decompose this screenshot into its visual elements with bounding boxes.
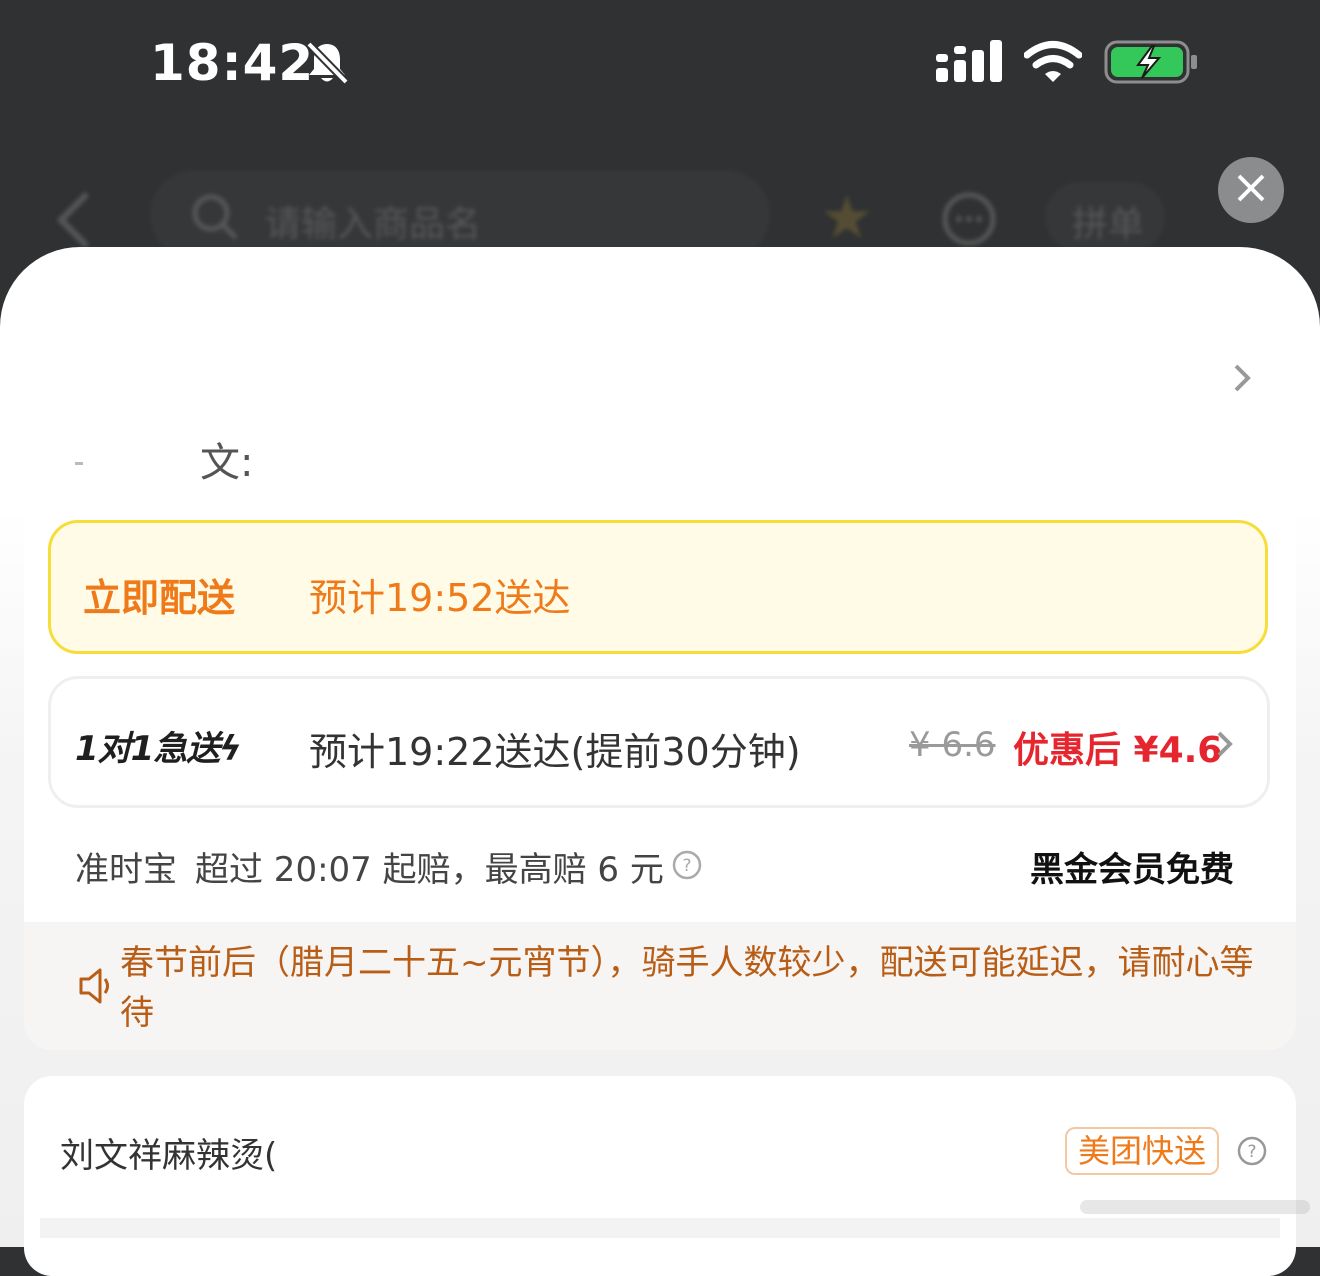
close-icon xyxy=(1236,173,1266,207)
delivery-option-name: 立即配送 xyxy=(83,576,236,620)
close-button[interactable] xyxy=(1218,157,1284,223)
delivery-option-eta: 预计19:52送达 xyxy=(309,576,571,620)
express-name-text: 1对1急送 xyxy=(75,729,220,769)
chevron-right-icon xyxy=(1215,729,1235,763)
cellular-signal-icon xyxy=(936,40,1004,88)
notice-text: 春节前后（腊月二十五~元宵节），骑手人数较少，配送可能延迟，请耐心等待 xyxy=(120,943,1254,1033)
speaker-icon xyxy=(78,966,114,1010)
original-price: ¥ 6.6 xyxy=(909,725,996,765)
lightning-icon: ϟ xyxy=(219,729,241,769)
address-text[interactable]: 文: xyxy=(200,430,253,488)
address-fragment xyxy=(75,462,83,465)
status-bar: 18:42 xyxy=(0,0,1320,130)
status-time: 18:42 xyxy=(150,34,315,92)
delivery-option-instant[interactable]: 立即配送 预计19:52送达 xyxy=(48,520,1268,654)
search-icon xyxy=(190,192,240,246)
bell-muted-icon xyxy=(305,40,349,90)
battery-charging-icon xyxy=(1104,38,1200,90)
shop-name: 刘文祥麻辣烫( xyxy=(60,1136,278,1176)
delivery-option-eta: 预计19:22送达(提前30分钟) xyxy=(309,730,801,774)
member-free-label: 黑金会员免费 xyxy=(1030,850,1234,890)
delivery-option-name: 1对1急送ϟ xyxy=(75,721,242,770)
back-icon[interactable] xyxy=(55,190,95,254)
help-icon[interactable]: ? xyxy=(1237,1136,1267,1170)
delivery-badge: 美团快送 xyxy=(1065,1127,1219,1175)
address-chevron-icon[interactable] xyxy=(1230,362,1254,398)
notice-banner: 春节前后（腊月二十五~元宵节），骑手人数较少，配送可能延迟，请耐心等待 xyxy=(24,922,1296,1050)
favorite-star-icon[interactable]: ★ xyxy=(820,188,874,248)
group-order-label: 拼单 xyxy=(1072,204,1145,245)
delivery-option-express[interactable]: 1对1急送ϟ 预计19:22送达(提前30分钟) ¥ 6.6 优惠后 ¥4.6 xyxy=(48,676,1270,808)
svg-text:?: ? xyxy=(682,856,691,876)
guarantee-text: 超过 20:07 起赔，最高赔 6 元 xyxy=(195,850,664,890)
wifi-icon xyxy=(1023,40,1083,88)
help-icon[interactable]: ? xyxy=(672,850,702,884)
watermark-graphic xyxy=(1080,1192,1310,1222)
guarantee-label: 准时宝 xyxy=(75,850,177,890)
discount-price: 优惠后 ¥4.6 xyxy=(1013,730,1223,771)
search-placeholder: 请输入商品名 xyxy=(265,204,482,245)
svg-text:?: ? xyxy=(1247,1142,1256,1162)
on-time-guarantee: 准时宝 超过 20:07 起赔，最高赔 6 元 xyxy=(75,842,664,891)
chat-icon[interactable] xyxy=(940,190,998,252)
